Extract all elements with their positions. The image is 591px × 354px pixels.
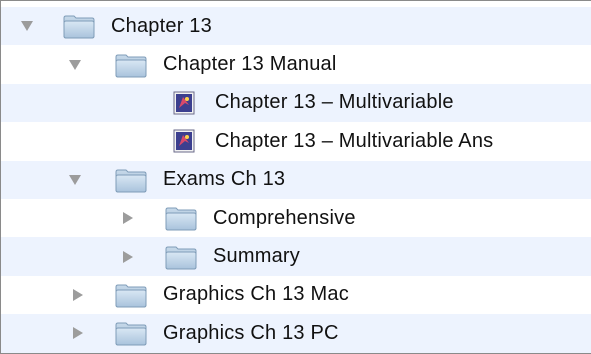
outline-tree: Chapter 13 Chapter 13 Manual Chapter 13 … [1,7,591,353]
tree-row-label: Summary [213,245,300,268]
folder-icon [165,246,197,270]
tree-row-graphics-ch-13-pc[interactable]: Graphics Ch 13 PC [1,314,591,353]
tree-row-exams-ch-13[interactable]: Exams Ch 13 [1,160,591,199]
disclosure-triangle-expanded-icon[interactable] [69,59,81,70]
tree-row-graphics-ch-13-mac[interactable]: Graphics Ch 13 Mac [1,276,591,314]
folder-icon [115,322,147,346]
tree-row-label: Chapter 13 Manual [163,53,337,76]
document-icon [173,91,195,115]
folder-icon [63,15,95,39]
folder-icon [165,207,197,231]
disclosure-triangle-collapsed-icon[interactable] [73,327,83,340]
document-icon [173,129,195,153]
disclosure-triangle-expanded-icon[interactable] [69,174,81,185]
tree-row-chapter-13-multivariable[interactable]: Chapter 13 – Multivariable [1,83,591,123]
tree-row-chapter-13-multivariable-ans[interactable]: Chapter 13 – Multivariable Ans [1,122,591,160]
folder-icon [115,284,147,308]
tree-row-label: Chapter 13 [111,14,212,37]
tree-row-label: Graphics Ch 13 Mac [163,283,349,306]
tree-row-label: Chapter 13 – Multivariable [215,91,454,114]
tree-row-chapter-13-manual[interactable]: Chapter 13 Manual [1,45,591,83]
tree-row-label: Chapter 13 – Multivariable Ans [215,129,494,152]
disclosure-triangle-expanded-icon[interactable] [21,21,33,32]
disclosure-triangle-collapsed-icon[interactable] [123,250,133,263]
disclosure-triangle-collapsed-icon[interactable] [123,212,133,225]
tree-row-summary[interactable]: Summary [1,237,591,276]
tree-row-label: Graphics Ch 13 PC [163,321,339,344]
file-browser-outline: Chapter 13 Chapter 13 Manual Chapter 13 … [0,0,591,354]
tree-row-comprehensive[interactable]: Comprehensive [1,199,591,237]
disclosure-triangle-collapsed-icon[interactable] [73,288,83,301]
folder-icon [115,169,147,193]
tree-row-chapter-13[interactable]: Chapter 13 [1,7,591,46]
tree-row-label: Comprehensive [213,206,356,229]
folder-icon [115,54,147,78]
tree-row-label: Exams Ch 13 [163,168,286,191]
